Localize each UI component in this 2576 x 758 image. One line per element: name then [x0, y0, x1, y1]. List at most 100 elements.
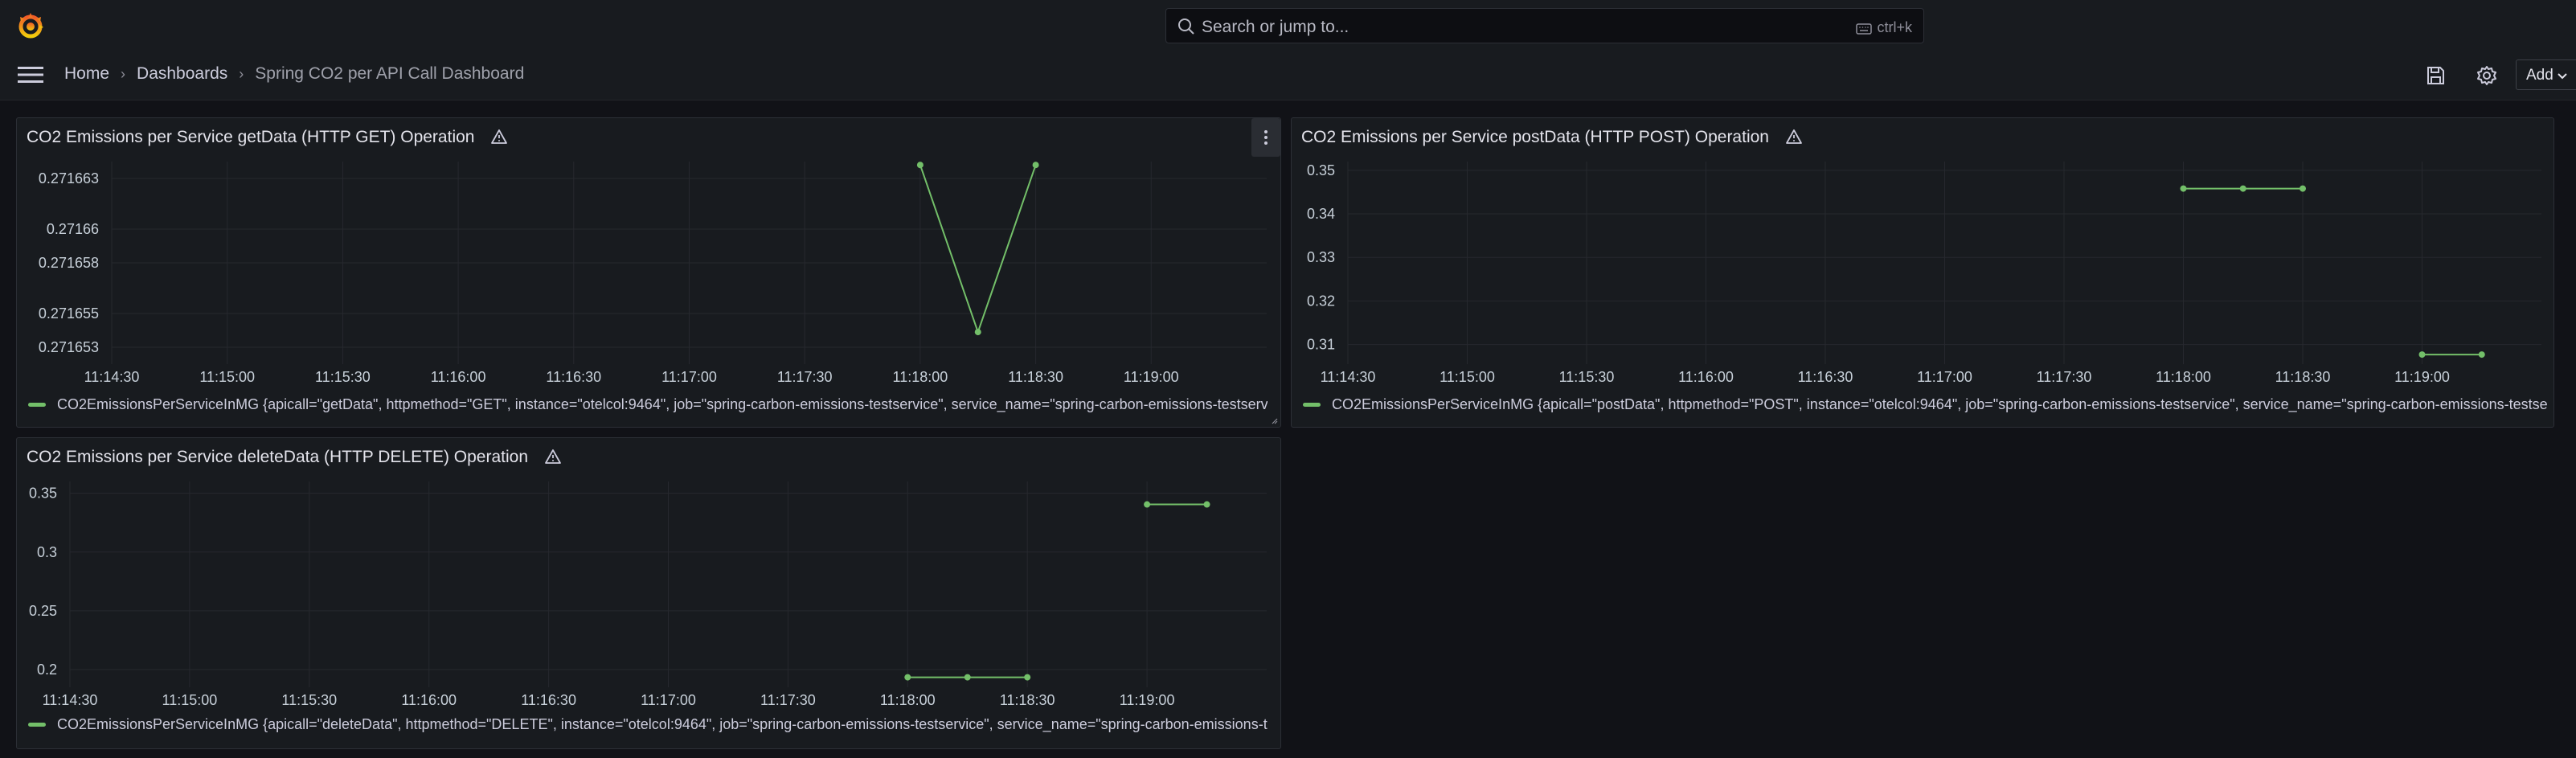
y-tick-label: 0.25 — [29, 603, 57, 619]
data-point[interactable] — [2180, 185, 2187, 192]
y-tick-label: 0.33 — [1307, 249, 1335, 265]
y-tick-label: 0.34 — [1307, 206, 1335, 222]
data-point[interactable] — [974, 329, 981, 336]
panel-deletedata[interactable]: 11:14:30 11:15:00 11:15:30 11:16:00 11:16:30… — [16, 437, 1281, 749]
legend-item[interactable]: CO2EmissionsPerServiceInMG {apicall="get… — [28, 396, 1268, 413]
data-point[interactable] — [2418, 351, 2426, 359]
kebab-menu-icon — [1264, 130, 1268, 145]
x-tick-label: 11:18:00 — [880, 692, 936, 708]
y-tick-label: 0.271658 — [39, 255, 99, 271]
data-point[interactable] — [964, 674, 971, 681]
warning-icon[interactable] — [1785, 129, 1803, 145]
x-tick-label: 11:16:00 — [431, 369, 486, 385]
panel-menu-button[interactable] — [1251, 118, 1280, 157]
data-point[interactable] — [2239, 185, 2246, 192]
panel-title-text: CO2 Emissions per Service getData (HTTP … — [27, 128, 475, 146]
data-point[interactable] — [904, 674, 911, 681]
chevron-right-icon: › — [121, 65, 126, 82]
x-tick-label: 11:15:30 — [1559, 369, 1615, 385]
chevron-down-icon — [2558, 73, 2567, 80]
resize-handle-icon[interactable] — [1270, 416, 1278, 424]
series-line — [919, 164, 1037, 335]
x-tick-label: 11:18:00 — [2156, 369, 2211, 385]
add-button[interactable]: Add — [2516, 59, 2576, 90]
y-tick-label: 0.2 — [37, 662, 57, 678]
search-placeholder: Search or jump to... — [1202, 18, 1349, 36]
x-tick-label: 11:19:00 — [1124, 369, 1179, 385]
x-tick-label: 11:15:30 — [315, 369, 371, 385]
chart-getdata: 11:14:30 11:15:00 11:15:30 11:16:00 11:16:30… — [39, 162, 1267, 385]
panel-title-text: CO2 Emissions per Service postData (HTTP… — [1301, 128, 1769, 146]
panel-title-text: CO2 Emissions per Service deleteData (HT… — [27, 448, 529, 466]
y-tick-label: 0.271655 — [39, 305, 99, 322]
legend-label: CO2EmissionsPerServiceInMG {apicall="pos… — [1332, 396, 2547, 412]
search-icon — [1178, 18, 1194, 35]
y-tick-label: 0.271653 — [39, 339, 99, 355]
panel-title: CO2 Emissions per Service postData (HTTP… — [1301, 128, 1803, 147]
x-tick-label: 11:16:30 — [546, 369, 601, 385]
keyboard-shortcut-hint: ctrl+k — [1856, 19, 1912, 36]
keyboard-icon — [1856, 23, 1873, 35]
data-point[interactable] — [2478, 351, 2485, 359]
y-tick-label: 0.271663 — [39, 170, 99, 186]
panel-postdata[interactable]: 11:14:30 11:15:00 11:15:30 11:16:00 11:16:30… — [1291, 117, 2554, 428]
data-point[interactable] — [1203, 501, 1210, 508]
warning-icon[interactable] — [490, 129, 508, 145]
x-tick-label: 11:17:00 — [641, 692, 696, 708]
data-point[interactable] — [1024, 674, 1031, 681]
grafana-logo-icon[interactable] — [16, 11, 45, 40]
menu-icon[interactable] — [18, 66, 43, 84]
legend-label: CO2EmissionsPerServiceInMG {apicall="del… — [57, 716, 1268, 732]
breadcrumb-bar: Home › Dashboards › Spring CO2 per API C… — [0, 50, 2576, 100]
add-button-label: Add — [2526, 67, 2553, 84]
search-input[interactable]: Search or jump to... ctrl+k — [1165, 8, 1924, 43]
panel-title: CO2 Emissions per Service getData (HTTP … — [27, 128, 508, 147]
legend-item[interactable]: CO2EmissionsPerServiceInMG {apicall="del… — [28, 716, 1268, 733]
chart-postdata: 11:14:30 11:15:00 11:15:30 11:16:00 11:16:30… — [1307, 162, 2541, 385]
x-tick-label: 11:16:00 — [401, 692, 457, 708]
x-tick-label: 11:18:30 — [1000, 692, 1055, 708]
data-point[interactable] — [1144, 501, 1151, 508]
panel-getdata[interactable]: 11:14:30 11:15:00 11:15:30 11:16:00 11:16:30… — [16, 117, 1281, 428]
y-tick-label: 0.35 — [1307, 162, 1335, 178]
chevron-right-icon: › — [239, 65, 244, 82]
legend-swatch — [1303, 403, 1321, 407]
y-tick-label: 0.32 — [1307, 293, 1335, 309]
data-point[interactable] — [916, 162, 924, 169]
legend-swatch — [28, 403, 46, 407]
data-point[interactable] — [1032, 162, 1039, 169]
breadcrumb: Home › Dashboards › Spring CO2 per API C… — [64, 64, 524, 84]
legend-label: CO2EmissionsPerServiceInMG {apicall="get… — [57, 396, 1268, 412]
top-bar: Search or jump to... ctrl+k — [0, 0, 2576, 51]
x-tick-label: 11:15:00 — [199, 369, 255, 385]
breadcrumb-current: Spring CO2 per API Call Dashboard — [255, 64, 525, 83]
x-tick-label: 11:16:00 — [1678, 369, 1734, 385]
warning-icon[interactable] — [544, 449, 562, 465]
x-tick-label: 11:17:30 — [777, 369, 833, 385]
gear-icon[interactable] — [2475, 64, 2499, 88]
y-tick-label: 0.27166 — [47, 221, 99, 237]
x-tick-label: 11:15:30 — [281, 692, 337, 708]
x-tick-label: 11:17:30 — [760, 692, 816, 708]
x-tick-label: 11:17:00 — [661, 369, 717, 385]
breadcrumb-dashboards[interactable]: Dashboards — [137, 64, 227, 84]
x-tick-label: 11:15:00 — [162, 692, 218, 708]
shortcut-label: ctrl+k — [1877, 19, 1912, 35]
x-tick-label: 11:17:00 — [1917, 369, 1972, 385]
y-tick-label: 0.31 — [1307, 337, 1335, 353]
x-tick-label: 11:19:00 — [2394, 369, 2450, 385]
x-tick-label: 11:16:30 — [1798, 369, 1853, 385]
y-tick-label: 0.35 — [29, 486, 57, 502]
x-tick-label: 11:18:30 — [1008, 369, 1063, 385]
legend-item[interactable]: CO2EmissionsPerServiceInMG {apicall="pos… — [1303, 396, 2547, 413]
legend-swatch — [28, 723, 46, 727]
data-point[interactable] — [2300, 185, 2306, 192]
x-tick-label: 11:17:30 — [2037, 369, 2092, 385]
x-tick-label: 11:19:00 — [1120, 692, 1175, 708]
breadcrumb-home[interactable]: Home — [64, 64, 109, 84]
x-tick-label: 11:14:30 — [1321, 369, 1376, 385]
x-tick-label: 11:18:30 — [2275, 369, 2331, 385]
save-icon[interactable] — [2423, 64, 2447, 88]
x-tick-label: 11:18:00 — [893, 369, 948, 385]
chart-deletedata: 11:14:30 11:15:00 11:15:30 11:16:00 11:16:30… — [29, 481, 1267, 708]
